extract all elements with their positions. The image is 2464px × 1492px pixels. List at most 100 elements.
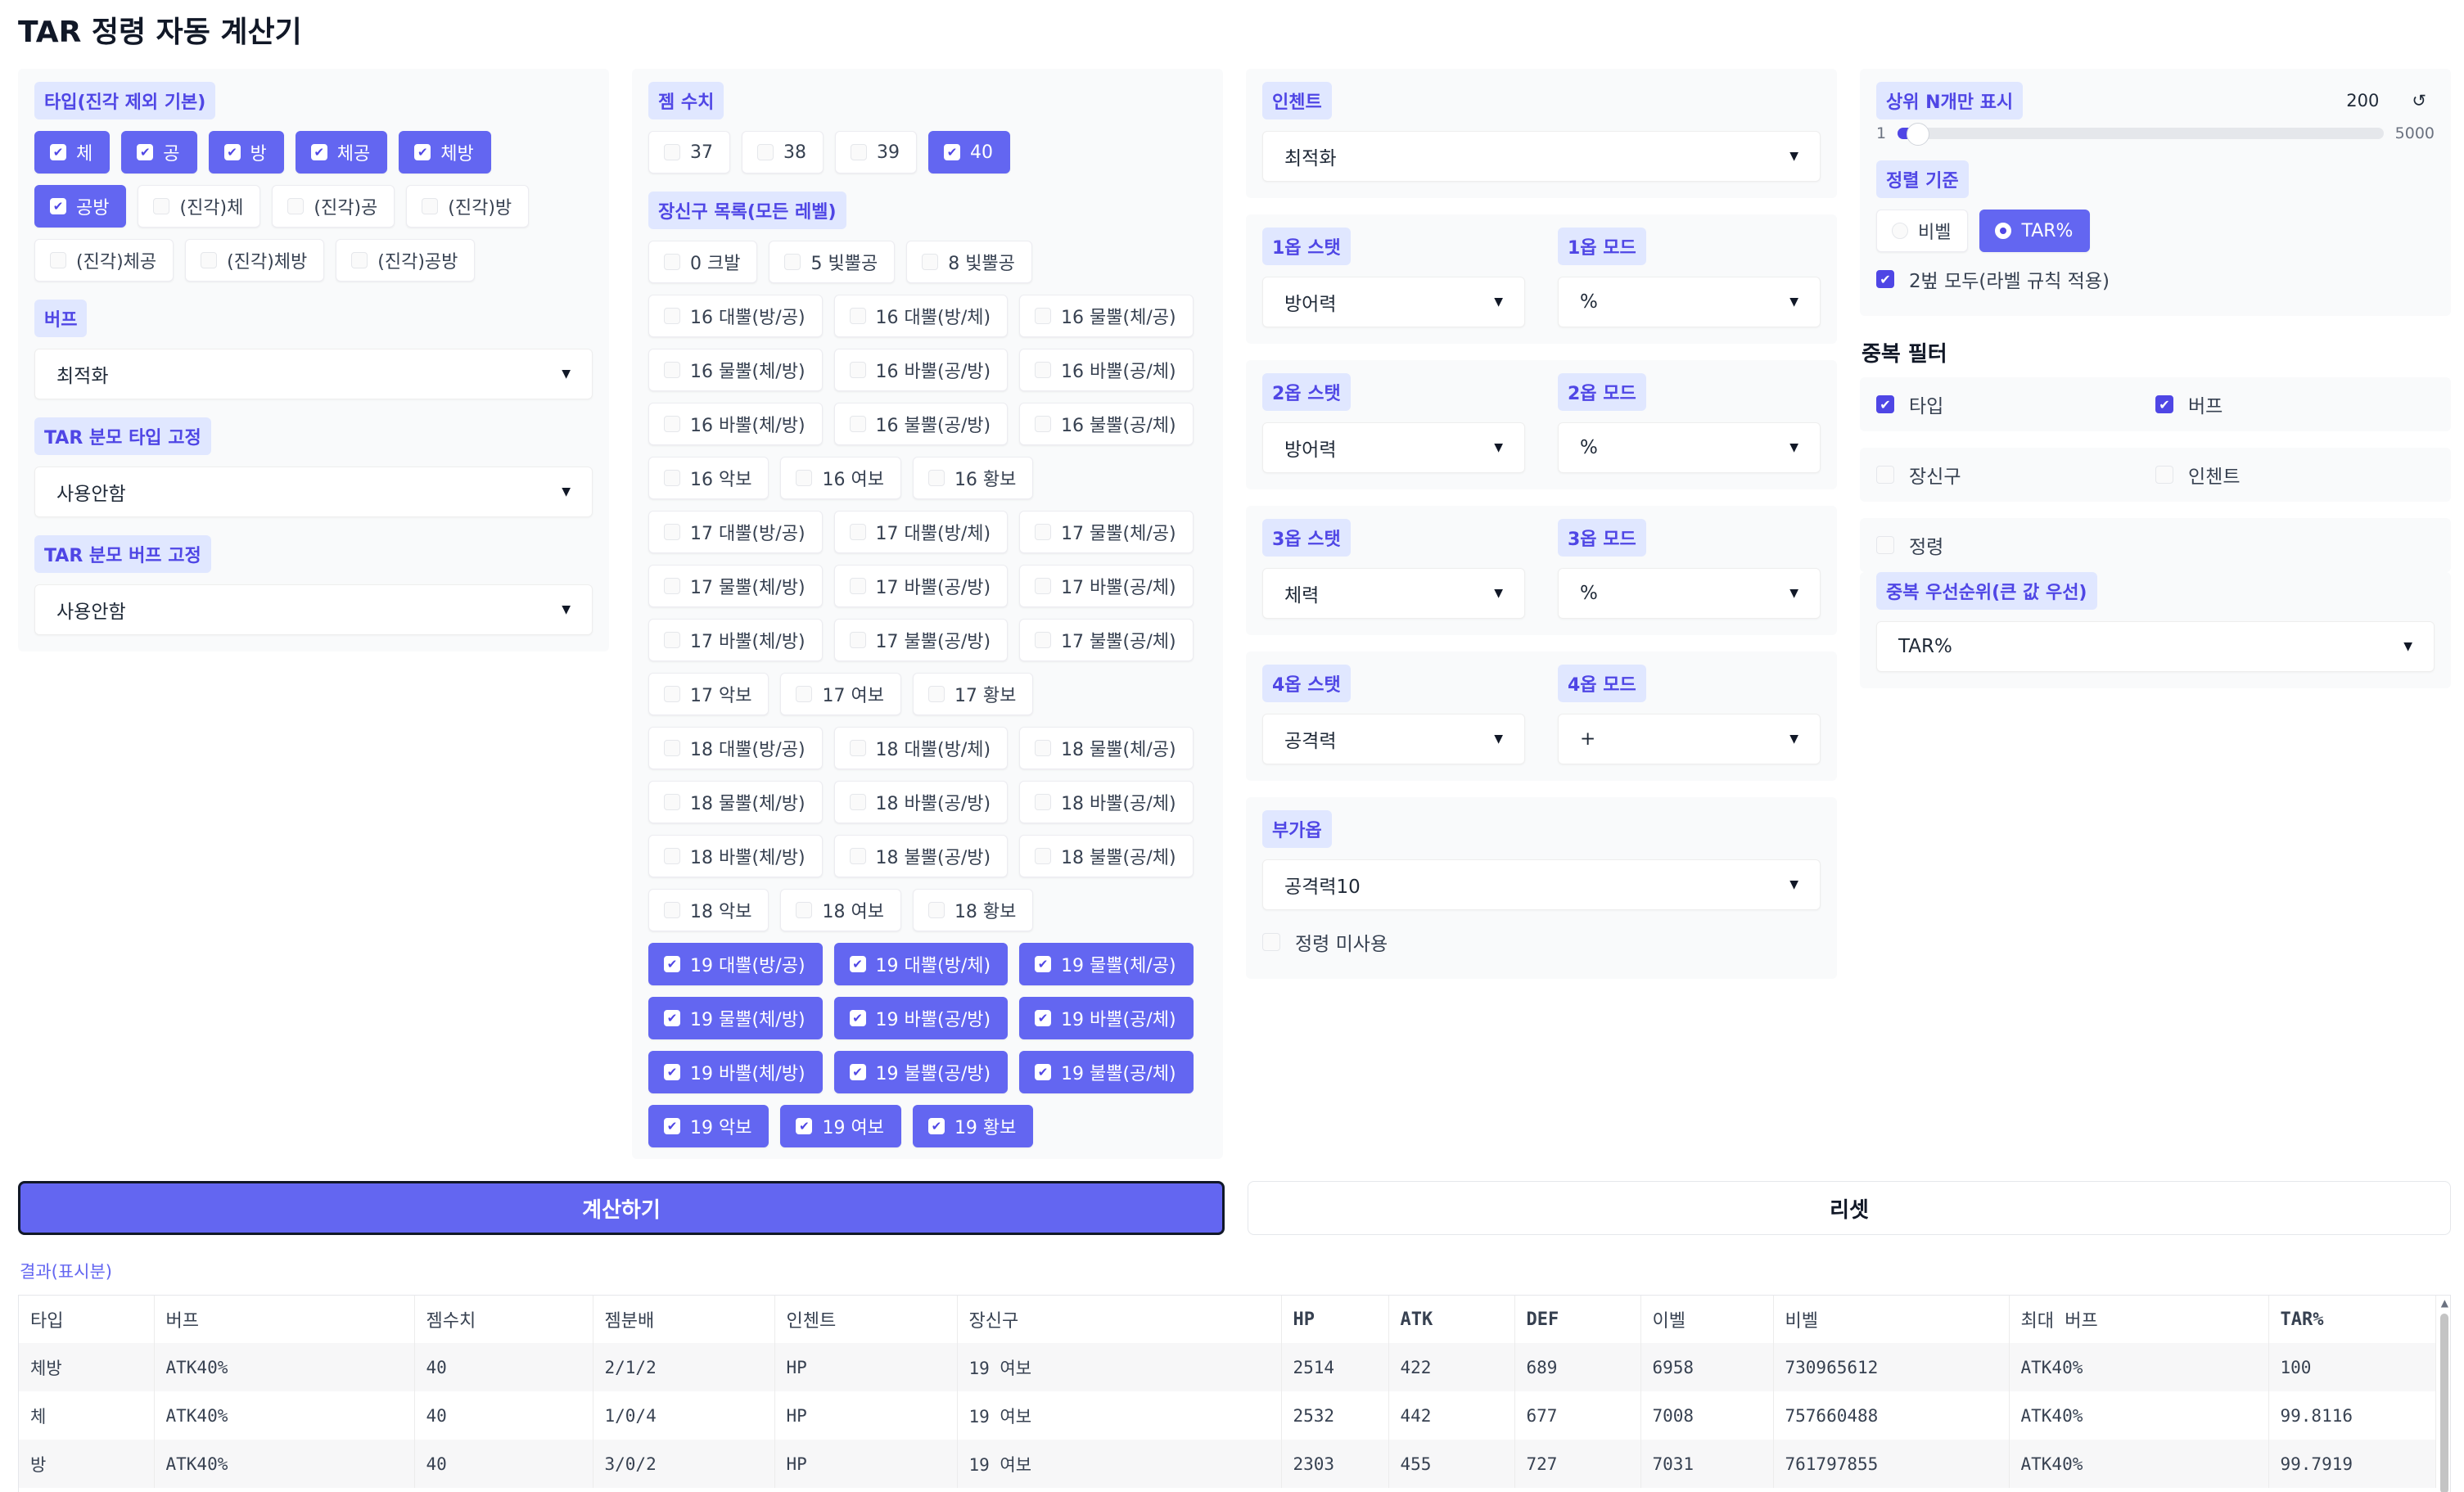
accessory-chip[interactable]: 18 바뿔(체/방) — [648, 835, 823, 877]
accessory-chip[interactable]: 18 바뿔(공/방) — [833, 781, 1009, 823]
column-header[interactable]: 젬분배 — [593, 1296, 775, 1343]
type-chip[interactable]: ✔ 공방 — [34, 185, 127, 228]
stat-3-select[interactable]: 체력 ▼ — [1262, 568, 1525, 619]
accessory-chip[interactable]: 17 악보 — [648, 673, 769, 715]
gem-chip[interactable]: 39 — [835, 131, 917, 174]
accessory-chip[interactable]: 16 황보 — [912, 457, 1034, 499]
type-chip[interactable]: (진각)공 — [272, 185, 395, 228]
type-chip[interactable]: (진각)체공 — [34, 239, 174, 282]
accessory-chip[interactable]: 18 대뿔(방/공) — [648, 727, 823, 769]
accessory-chip[interactable]: 16 대뿔(방/체) — [833, 295, 1009, 337]
buff-select[interactable]: 최적화 ▼ — [34, 349, 593, 399]
accessory-chip[interactable]: ✔ 19 바뿔(체/방) — [648, 1051, 823, 1093]
accessory-chip[interactable]: 0 크발 — [648, 241, 758, 283]
dup-filter-checkbox[interactable]: 인첸트 — [2155, 454, 2435, 495]
slider-track[interactable] — [1898, 123, 2384, 146]
accessory-chip[interactable]: ✔ 19 대뿔(방/체) — [833, 943, 1009, 985]
accessory-chip[interactable]: 18 바뿔(공/체) — [1019, 781, 1194, 823]
accessory-chip[interactable]: 18 악보 — [648, 889, 769, 931]
dup-filter-checkbox[interactable]: ✔ 타입 — [1876, 384, 2155, 425]
dup-filter-checkbox[interactable]: 장신구 — [1876, 454, 2155, 495]
accessory-chip[interactable]: 18 대뿔(방/체) — [833, 727, 1009, 769]
dup-filter-checkbox[interactable]: 정령 — [1876, 525, 2155, 566]
mode-1-select[interactable]: % ▼ — [1558, 277, 1821, 327]
mode-4-select[interactable]: + ▼ — [1558, 714, 1821, 764]
gem-chip[interactable]: ✔ 40 — [928, 131, 1010, 174]
column-header[interactable]: 타입 — [19, 1296, 155, 1343]
type-chip[interactable]: (진각)체 — [138, 185, 261, 228]
accessory-chip[interactable]: 18 물뿔(체/방) — [648, 781, 823, 823]
accessory-chip[interactable]: 18 여보 — [780, 889, 901, 931]
both-buff-checkbox[interactable]: ✔ 2벞 모두(라벨 규칙 적용) — [1876, 259, 2435, 300]
column-header[interactable]: ATK — [1388, 1296, 1515, 1343]
accessory-chip[interactable]: 16 바뿔(공/체) — [1019, 349, 1194, 391]
dup-filter-checkbox[interactable]: ✔ 버프 — [2155, 384, 2435, 425]
accessory-chip[interactable]: ✔ 19 물뿔(체/방) — [648, 997, 823, 1039]
stat-1-select[interactable]: 방어력 ▼ — [1262, 277, 1525, 327]
type-chip[interactable]: ✔ 체방 — [399, 131, 491, 174]
accessory-chip[interactable]: ✔ 19 물뿔(체/공) — [1019, 943, 1194, 985]
reset-icon[interactable]: ↺ — [2412, 91, 2426, 110]
reset-button[interactable]: 리셋 — [1248, 1181, 2451, 1235]
sort-radio[interactable]: TAR% — [1979, 210, 2091, 252]
accessory-chip[interactable]: ✔ 19 대뿔(방/공) — [648, 943, 823, 985]
parent-type-select[interactable]: 사용안함 ▼ — [34, 467, 593, 517]
type-chip[interactable]: ✔ 방 — [208, 131, 284, 174]
accessory-chip[interactable]: 17 대뿔(방/공) — [648, 511, 823, 553]
type-chip[interactable]: ✔ 공 — [121, 131, 197, 174]
accessory-chip[interactable]: ✔ 19 불뿔(공/방) — [833, 1051, 1009, 1093]
accessory-chip[interactable]: ✔ 19 여보 — [780, 1105, 901, 1147]
accessory-chip[interactable]: 17 물뿔(체/공) — [1019, 511, 1194, 553]
type-chip[interactable]: (진각)방 — [406, 185, 530, 228]
accessory-chip[interactable]: 5 빛뿔공 — [769, 241, 896, 283]
accessory-chip[interactable]: ✔ 19 황보 — [912, 1105, 1034, 1147]
slider-thumb[interactable] — [1906, 123, 1929, 146]
accessory-chip[interactable]: 16 물뿔(체/방) — [648, 349, 823, 391]
accessory-chip[interactable]: ✔ 19 불뿔(공/체) — [1019, 1051, 1194, 1093]
column-header[interactable]: 이벨 — [1640, 1296, 1774, 1343]
accessory-chip[interactable]: 16 물뿔(체/공) — [1019, 295, 1194, 337]
column-header[interactable]: 인첸트 — [774, 1296, 958, 1343]
accessory-chip[interactable]: 17 대뿔(방/체) — [833, 511, 1009, 553]
accessory-chip[interactable]: 17 여보 — [780, 673, 901, 715]
accessory-chip[interactable]: ✔ 19 바뿔(공/체) — [1019, 997, 1194, 1039]
accessory-chip[interactable]: 16 불뿔(공/체) — [1019, 403, 1194, 445]
accessory-chip[interactable]: 16 바뿔(체/방) — [648, 403, 823, 445]
extra-option-select[interactable]: 공격력10 ▼ — [1262, 859, 1821, 910]
accessory-chip[interactable]: 17 바뿔(공/체) — [1019, 565, 1194, 607]
accessory-chip[interactable]: 17 불뿔(공/체) — [1019, 619, 1194, 661]
type-chip[interactable]: (진각)공방 — [336, 239, 476, 282]
accessory-chip[interactable]: 16 대뿔(방/공) — [648, 295, 823, 337]
enchant-select[interactable]: 최적화 ▼ — [1262, 131, 1821, 182]
accessory-chip[interactable]: 17 바뿔(체/방) — [648, 619, 823, 661]
sort-radio[interactable]: 비벨 — [1876, 210, 1969, 252]
column-header[interactable]: DEF — [1514, 1296, 1641, 1343]
column-header[interactable]: 젬수치 — [414, 1296, 593, 1343]
accessory-chip[interactable]: ✔ 19 바뿔(공/방) — [833, 997, 1009, 1039]
column-header[interactable]: 최대 버프 — [2009, 1296, 2269, 1343]
table-row[interactable]: 체 ATK40% 40 1/0/4 HP 19 여보 2532 442 677 7008 75766… — [19, 1391, 2436, 1440]
accessory-chip[interactable]: 18 불뿔(공/체) — [1019, 835, 1194, 877]
accessory-chip[interactable]: ✔ 19 악보 — [648, 1105, 769, 1147]
accessory-chip[interactable]: 16 여보 — [780, 457, 901, 499]
column-header[interactable]: 장신구 — [957, 1296, 1282, 1343]
mode-2-select[interactable]: % ▼ — [1558, 422, 1821, 473]
no-spirit-checkbox[interactable]: 정령 미사용 — [1262, 922, 1821, 962]
accessory-chip[interactable]: 18 물뿔(체/공) — [1019, 727, 1194, 769]
type-chip[interactable]: ✔ 체 — [34, 131, 111, 174]
accessory-chip[interactable]: 18 황보 — [912, 889, 1034, 931]
topn-value[interactable]: 200 — [2346, 91, 2379, 110]
gem-chip[interactable]: 38 — [742, 131, 824, 174]
calculate-button[interactable]: 계산하기 — [18, 1181, 1225, 1235]
column-header[interactable]: 버프 — [154, 1296, 415, 1343]
table-row[interactable]: 체방 ATK40% 40 2/1/2 HP 19 여보 2514 422 689 6958 7309… — [19, 1343, 2436, 1391]
column-header[interactable]: 비벨 — [1773, 1296, 2010, 1343]
column-header[interactable]: TAR% — [2268, 1296, 2436, 1343]
parent-buff-select[interactable]: 사용안함 ▼ — [34, 584, 593, 635]
mode-3-select[interactable]: % ▼ — [1558, 568, 1821, 619]
gem-chip[interactable]: 37 — [648, 131, 730, 174]
accessory-chip[interactable]: 18 불뿔(공/방) — [833, 835, 1009, 877]
accessory-chip[interactable]: 17 바뿔(공/방) — [833, 565, 1009, 607]
table-scrollbar[interactable] — [2440, 1314, 2448, 1492]
type-chip[interactable]: ✔ 체공 — [295, 131, 388, 174]
